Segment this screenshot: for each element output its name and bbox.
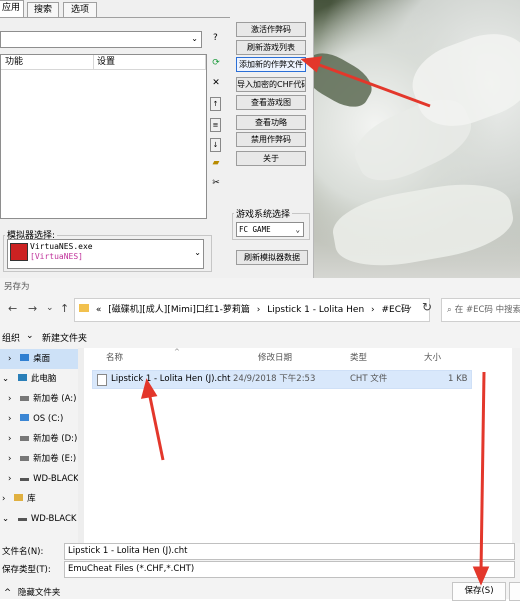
arrow-head-icon [472, 566, 490, 586]
annotation-arrows [140, 56, 490, 586]
arrow-to-save [479, 371, 486, 573]
arrow-to-add-button [313, 61, 431, 108]
arrow-head-icon [140, 378, 158, 399]
arrow-to-file [147, 391, 165, 461]
arrow-head-icon [300, 56, 323, 73]
